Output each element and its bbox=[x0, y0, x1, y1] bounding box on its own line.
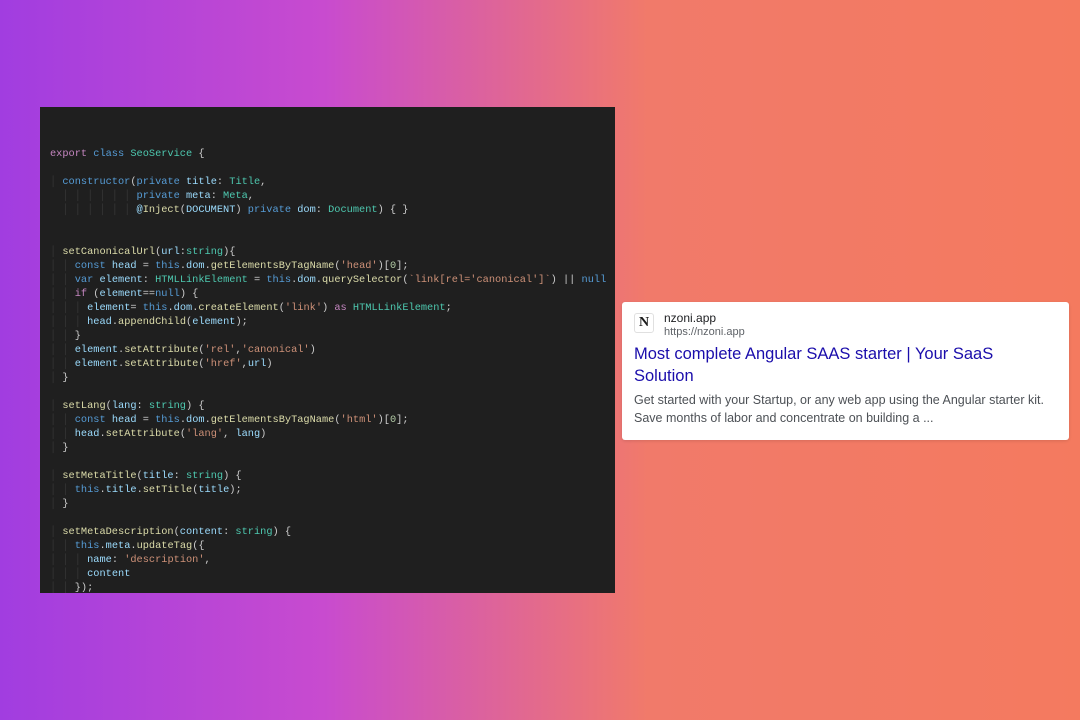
code-content: export class SeoService { │ constructor(… bbox=[50, 147, 605, 593]
favicon-icon: N bbox=[634, 313, 654, 333]
search-result-domain: nzoni.app bbox=[664, 312, 745, 326]
search-result-description: Get started with your Startup, or any we… bbox=[634, 391, 1057, 427]
code-editor-panel: export class SeoService { │ constructor(… bbox=[40, 107, 615, 593]
search-result-header: N nzoni.app https://nzoni.app bbox=[634, 312, 1057, 338]
search-result-meta: nzoni.app https://nzoni.app bbox=[664, 312, 745, 338]
search-result-title[interactable]: Most complete Angular SAAS starter | You… bbox=[634, 344, 1057, 387]
search-result-card: N nzoni.app https://nzoni.app Most compl… bbox=[622, 302, 1069, 440]
search-result-url: https://nzoni.app bbox=[664, 326, 745, 339]
